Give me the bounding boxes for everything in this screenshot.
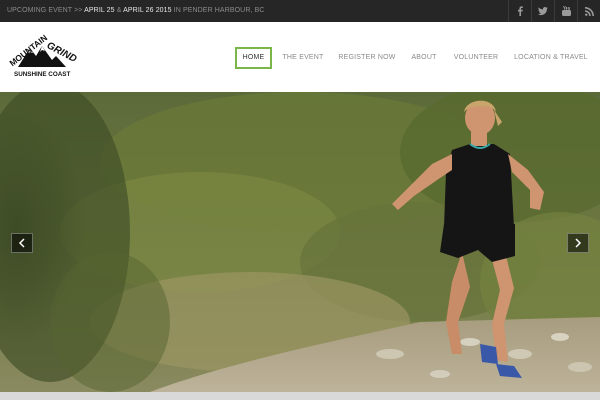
upcoming-event-text: UPCOMING EVENT >> APRIL 25 & APRIL 26 20… [7, 0, 265, 22]
rss-icon[interactable] [577, 0, 600, 22]
site-logo[interactable]: MOUNTAIN GRIND SUNSHINE COAST [7, 33, 82, 78]
youtube-icon[interactable] [554, 0, 577, 22]
site-header: MOUNTAIN GRIND SUNSHINE COAST HOME THE E… [0, 22, 600, 92]
event-date-start: APRIL 25 [84, 7, 115, 14]
event-date-end: APRIL 26 2015 [123, 7, 172, 14]
nav-the-event[interactable]: THE EVENT [280, 47, 326, 69]
nav-location-travel[interactable]: LOCATION & TRAVEL [512, 47, 590, 69]
chevron-left-icon [18, 238, 25, 248]
social-links [508, 0, 600, 22]
logo-text-sunshine-coast: SUNSHINE COAST [14, 71, 70, 78]
nav-register-now[interactable]: REGISTER NOW [338, 47, 396, 69]
slider-next-button[interactable] [567, 233, 589, 253]
top-bar: UPCOMING EVENT >> APRIL 25 & APRIL 26 20… [0, 0, 600, 22]
event-location: IN PENDER HARBOUR, BC [171, 7, 265, 14]
nav-home[interactable]: HOME [235, 47, 272, 69]
hero-image-trail-runner [0, 92, 600, 392]
event-date-separator: & [114, 7, 124, 14]
hero-slider [0, 92, 600, 392]
nav-volunteer[interactable]: VOLUNTEER [452, 47, 500, 69]
chevron-right-icon [575, 238, 582, 248]
event-prefix: UPCOMING EVENT >> [7, 7, 85, 14]
facebook-icon[interactable] [508, 0, 531, 22]
slider-prev-button[interactable] [11, 233, 33, 253]
content-strip [0, 392, 600, 400]
nav-about[interactable]: ABOUT [406, 47, 442, 69]
twitter-icon[interactable] [531, 0, 554, 22]
